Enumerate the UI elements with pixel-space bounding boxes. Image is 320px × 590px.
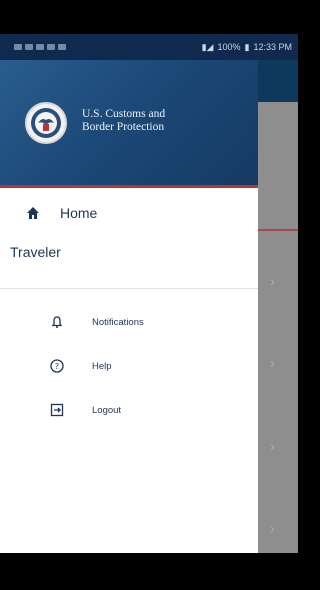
home-icon: [26, 206, 40, 220]
battery-percent: 100%: [217, 42, 241, 52]
menu-item-label: Notifications: [92, 316, 144, 328]
bell-icon: [50, 315, 64, 329]
menu-item-notifications[interactable]: Notifications: [0, 302, 258, 342]
dhs-seal-icon: [25, 102, 67, 144]
nav-item-home[interactable]: Home: [0, 188, 258, 238]
notification-icon: [47, 44, 55, 50]
notification-icon: [14, 44, 22, 50]
app-screen: › › › › U.S. Customs and Border Protecti…: [0, 60, 298, 553]
system-nav-bar: [0, 553, 298, 590]
signal-icon: ▮◢: [201, 41, 214, 52]
background-accent-line: [258, 229, 298, 231]
menu-item-help[interactable]: ? Help: [0, 346, 258, 386]
svg-text:?: ?: [55, 362, 59, 371]
logout-icon: [50, 403, 64, 417]
help-icon: ?: [50, 359, 64, 373]
chevron-right-icon: ›: [270, 355, 275, 371]
menu-item-label: Logout: [92, 404, 122, 416]
menu-item-logout[interactable]: Logout: [0, 390, 258, 430]
chevron-right-icon: ›: [270, 273, 275, 289]
agency-name: U.S. Customs and Border Protection: [82, 108, 165, 134]
status-bar: ▮◢ 100% ▮ 12:33 PM: [0, 34, 298, 60]
agency-name-line1: U.S. Customs and: [82, 108, 166, 120]
battery-icon: ▮: [244, 41, 250, 52]
notification-icon: [36, 44, 44, 50]
chevron-right-icon: ›: [270, 438, 275, 454]
nav-item-label: Home: [60, 205, 98, 221]
menu-item-label: Help: [92, 360, 112, 372]
notification-icon: [25, 44, 33, 50]
agency-name-line2: Border Protection: [82, 121, 165, 133]
divider: [0, 288, 258, 289]
navigation-drawer: U.S. Customs and Border Protection Home …: [0, 60, 258, 553]
clock: 12:33 PM: [253, 42, 292, 52]
drawer-header: U.S. Customs and Border Protection: [0, 60, 258, 188]
section-title: Traveler: [10, 244, 61, 260]
notification-icon: [58, 44, 66, 50]
device-frame: ▮◢ 100% ▮ 12:33 PM › › › › U.S. Customs …: [0, 0, 298, 590]
chevron-right-icon: ›: [270, 520, 275, 536]
notification-icons: [14, 44, 66, 50]
